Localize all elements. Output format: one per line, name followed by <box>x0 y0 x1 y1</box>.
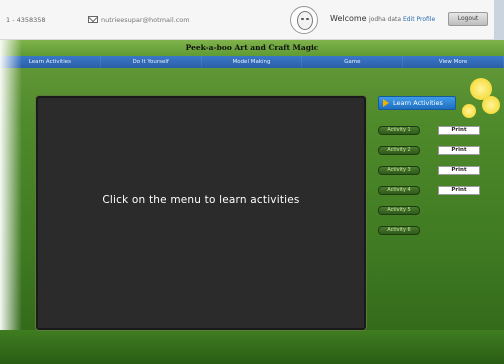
email-address: nutrieesupar@hotmail.com <box>101 16 190 24</box>
print-activity-1-button[interactable]: Print <box>438 126 480 135</box>
instruction-text: Click on the menu to learn activities <box>102 194 300 206</box>
print-activity-2-button[interactable]: Print <box>438 146 480 155</box>
flower-decoration <box>462 104 476 118</box>
learn-activities-label: Learn Activities <box>393 99 443 107</box>
left-vignette <box>0 40 22 364</box>
activity-5-button[interactable]: Activity 5 <box>378 206 420 215</box>
mail-icon <box>88 16 98 23</box>
welcome-text: Welcome <box>330 14 367 23</box>
face-icon <box>297 11 313 30</box>
avatar[interactable] <box>290 6 318 34</box>
top-info-bar: 1 - 4358358 nutrieesupar@hotmail.com Wel… <box>0 0 504 40</box>
activity-1-button[interactable]: Activity 1 <box>378 126 420 135</box>
username: jodha data <box>369 16 402 23</box>
activity-2-button[interactable]: Activity 2 <box>378 146 420 155</box>
logout-button[interactable]: Logout <box>448 12 488 26</box>
app-frame: 1 - 4358358 nutrieesupar@hotmail.com Wel… <box>0 0 504 364</box>
nav-model-making[interactable]: Model Making <box>202 56 303 68</box>
activity-3-button[interactable]: Activity 3 <box>378 166 420 175</box>
phone-number: 1 - 4358358 <box>6 16 46 24</box>
window-edge <box>494 0 504 40</box>
print-activity-3-button[interactable]: Print <box>438 166 480 175</box>
activity-display: Click on the menu to learn activities <box>36 96 366 330</box>
grass-ground <box>0 330 504 364</box>
activity-6-button[interactable]: Activity 6 <box>378 226 420 235</box>
flower-decoration <box>482 96 500 114</box>
site-title: Peek-a-boo Art and Craft Magic <box>0 40 504 56</box>
nav-learn-activities[interactable]: Learn Activities <box>0 56 101 68</box>
main-nav: Learn Activities Do It Yourself Model Ma… <box>0 56 504 68</box>
edit-profile-link[interactable]: Edit Profile <box>403 16 435 23</box>
nav-game[interactable]: Game <box>302 56 404 68</box>
activity-4-button[interactable]: Activity 4 <box>378 186 420 195</box>
print-activity-4-button[interactable]: Print <box>438 186 480 195</box>
nav-do-it-yourself[interactable]: Do It Yourself <box>101 56 202 68</box>
learn-activities-button[interactable]: Learn Activities <box>378 96 456 110</box>
nav-view-more[interactable]: View More <box>403 56 504 68</box>
play-icon <box>383 99 389 107</box>
